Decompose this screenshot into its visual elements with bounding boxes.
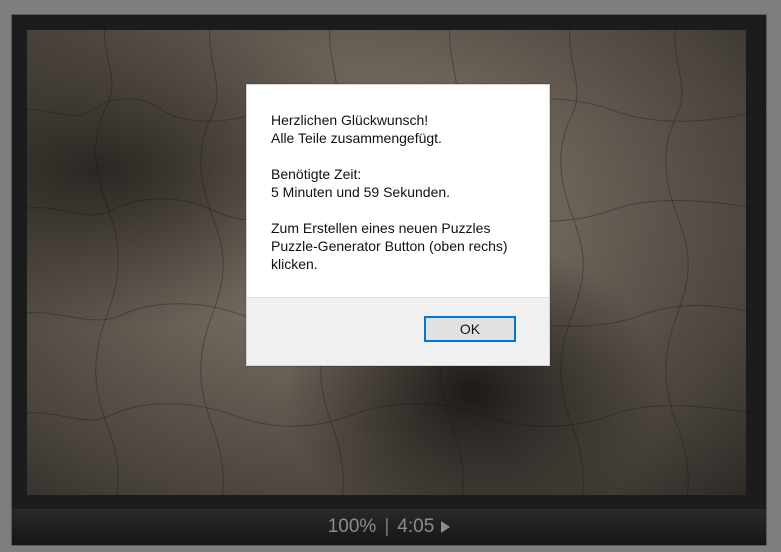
hint-text: Zum Erstellen eines neuen Puzzles Puzzle… [271, 219, 525, 273]
time-value: 5 Minuten und 59 Sekunden. [271, 184, 451, 200]
congrats-line: Herzlichen Glückwunsch! [271, 112, 429, 128]
dialog-message: Herzlichen Glückwunsch! Alle Teile zusam… [247, 85, 549, 297]
zoom-level: 100% [327, 516, 377, 537]
completion-dialog: Herzlichen Glückwunsch! Alle Teile zusam… [246, 84, 550, 366]
hint-line-1: Zum Erstellen eines neuen Puzzles [271, 220, 491, 236]
congrats-text: Herzlichen Glückwunsch! Alle Teile zusam… [271, 111, 525, 147]
completed-line: Alle Teile zusammengefügt. [271, 130, 442, 146]
play-icon[interactable] [441, 521, 451, 533]
hint-line-2: Puzzle-Generator Button (oben rechs) [271, 238, 508, 254]
ok-button[interactable]: OK [424, 316, 516, 342]
time-text: Benötigte Zeit: 5 Minuten und 59 Sekunde… [271, 165, 525, 201]
hint-line-3: klicken. [271, 256, 318, 272]
puzzle-app: 100% | 4:05 Herzlichen Glückwunsch! Alle… [0, 0, 781, 552]
time-label: Benötigte Zeit: [271, 166, 362, 182]
status-bar: 100% | 4:05 [12, 509, 766, 545]
status-separator: | [384, 516, 390, 537]
dialog-footer: OK [247, 297, 549, 365]
elapsed-time: 4:05 [397, 516, 435, 537]
